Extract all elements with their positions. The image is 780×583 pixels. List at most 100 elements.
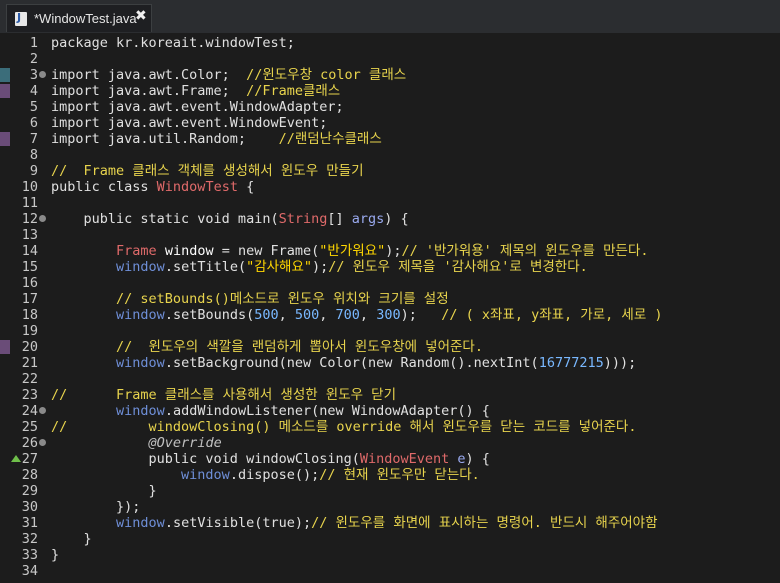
code-token: //윈도우창 color 클래스 bbox=[246, 67, 407, 83]
code-line[interactable]: 31 window.setVisible(true);// 윈도우를 화면에 표… bbox=[0, 515, 780, 531]
gutter-marker bbox=[0, 340, 10, 354]
code-line[interactable]: 9 // Frame 클래스 객체를 생성해서 윈도우 만들기 bbox=[0, 163, 780, 179]
code-line[interactable]: 8 bbox=[0, 147, 780, 163]
fold-toggle-icon[interactable] bbox=[39, 407, 46, 414]
code-line[interactable]: 21 window.setBackground(new Color(new Ra… bbox=[0, 355, 780, 371]
code-line[interactable]: 23 // Frame 클래스를 사용해서 생성한 윈도우 닫기 bbox=[0, 387, 780, 403]
code-line[interactable]: 26 @Override bbox=[0, 435, 780, 451]
code-token: // 윈도우의 색깔을 랜덤하게 뽑아서 윈도우창에 넣어준다. bbox=[116, 339, 483, 355]
code-line[interactable]: 2 bbox=[0, 51, 780, 67]
java-file-icon bbox=[15, 11, 27, 26]
code-line[interactable]: 19 bbox=[0, 323, 780, 339]
code-text: import java.awt.event.WindowEvent; bbox=[51, 115, 327, 131]
code-token: .setVisible(true); bbox=[164, 515, 312, 531]
code-text: import java.awt.event.WindowAdapter; bbox=[51, 99, 344, 115]
line-number: 3 bbox=[29, 67, 38, 83]
code-line[interactable]: 1 package kr.koreait.windowTest; bbox=[0, 35, 780, 51]
code-line[interactable]: 13 bbox=[0, 227, 780, 243]
code-line[interactable]: 18 window.setBounds(500, 500, 700, 300);… bbox=[0, 307, 780, 323]
code-text: } bbox=[51, 483, 157, 499]
code-line[interactable]: 15 window.setTitle("감사해요");// 윈도우 제목을 '감… bbox=[0, 259, 780, 275]
code-token: } bbox=[51, 547, 60, 563]
fold-toggle-icon[interactable] bbox=[39, 215, 46, 222]
line-number: 18 bbox=[21, 307, 38, 323]
code-editor[interactable]: 1 package kr.koreait.windowTest; 2 3 import … bbox=[0, 33, 780, 583]
code-token: ); bbox=[385, 243, 402, 259]
close-icon[interactable]: ✖ bbox=[135, 8, 147, 24]
code-token: .setBounds( bbox=[164, 307, 255, 323]
line-number: 15 bbox=[21, 259, 38, 275]
code-token: window bbox=[116, 259, 165, 275]
line-number: 10 bbox=[21, 179, 38, 195]
code-token: public void windowClosing( bbox=[51, 451, 360, 467]
tab-windowtest-java[interactable]: *WindowTest.java ✖ bbox=[6, 4, 152, 32]
code-line[interactable]: 14 Frame window = new Frame("반가워요");// '… bbox=[0, 243, 780, 259]
code-token: // Frame 클래스 객체를 생성해서 윈도우 만들기 bbox=[51, 163, 364, 179]
code-token: window bbox=[116, 515, 165, 531]
code-token: , bbox=[319, 307, 336, 323]
code-token: args bbox=[351, 211, 385, 227]
code-text: window.addWindowListener(new WindowAdapt… bbox=[51, 403, 490, 419]
code-token: e bbox=[457, 451, 466, 467]
code-text: import java.util.Random; //랜덤난수클래스 bbox=[51, 131, 382, 147]
code-line[interactable]: 17 // setBounds()메소드로 윈도우 위치와 크기를 설정 bbox=[0, 291, 780, 307]
code-token: import java.awt.event.WindowAdapter; bbox=[51, 99, 344, 115]
code-line[interactable]: 11 bbox=[0, 195, 780, 211]
code-line[interactable]: 25 // windowClosing() 메소드를 override 해서 윈도… bbox=[0, 419, 780, 435]
code-token: .setBackground(new Color(new Random().ne… bbox=[164, 355, 539, 371]
line-number: 6 bbox=[29, 115, 38, 131]
code-line[interactable]: 24 window.addWindowListener(new WindowAd… bbox=[0, 403, 780, 419]
line-number: 26 bbox=[21, 435, 38, 451]
code-line[interactable]: 16 bbox=[0, 275, 780, 291]
line-number: 22 bbox=[21, 371, 38, 387]
code-line[interactable]: 34 bbox=[0, 563, 780, 579]
code-token: } bbox=[51, 531, 92, 547]
code-line[interactable]: 22 bbox=[0, 371, 780, 387]
code-token: import java.awt.event.WindowEvent; bbox=[51, 115, 328, 131]
fold-toggle-icon[interactable] bbox=[39, 71, 46, 78]
code-line[interactable]: 20 // 윈도우의 색깔을 랜덤하게 뽑아서 윈도우창에 넣어준다. bbox=[0, 339, 780, 355]
code-line[interactable]: 32 } bbox=[0, 531, 780, 547]
code-line[interactable]: 3 import java.awt.Color; //윈도우창 color 클래스 bbox=[0, 67, 780, 83]
code-text: public class WindowTest { bbox=[51, 179, 254, 195]
code-text: }); bbox=[51, 499, 140, 515]
code-line[interactable]: 29 } bbox=[0, 483, 780, 499]
code-line[interactable]: 33} bbox=[0, 547, 780, 563]
code-token: Frame bbox=[116, 243, 157, 259]
code-text: window.setVisible(true);// 윈도우를 화면에 표시하는… bbox=[51, 515, 657, 531]
code-token: window bbox=[116, 307, 165, 323]
code-token: window bbox=[116, 355, 165, 371]
code-line[interactable]: 5 import java.awt.event.WindowAdapter; bbox=[0, 99, 780, 115]
code-token: // setBounds()메소드로 윈도우 위치와 크기를 설정 bbox=[116, 291, 449, 307]
code-token: ))); bbox=[603, 355, 637, 371]
line-number: 20 bbox=[21, 339, 38, 355]
line-number: 17 bbox=[21, 291, 38, 307]
code-line[interactable]: 28 window.dispose();// 현재 윈도우만 닫는다. bbox=[0, 467, 780, 483]
line-number: 4 bbox=[29, 83, 38, 99]
fold-toggle-icon[interactable] bbox=[39, 439, 46, 446]
line-number: 19 bbox=[21, 323, 38, 339]
line-number: 23 bbox=[21, 387, 38, 403]
code-line[interactable]: 27 public void windowClosing(WindowEvent… bbox=[0, 451, 780, 467]
code-token: String bbox=[278, 211, 328, 227]
gutter-marker bbox=[0, 84, 10, 98]
code-line[interactable]: 6 import java.awt.event.WindowEvent; bbox=[0, 115, 780, 131]
code-token: //랜덤난수클래스 bbox=[278, 131, 382, 147]
code-line[interactable]: 7 import java.util.Random; //랜덤난수클래스 bbox=[0, 131, 780, 147]
line-number: 31 bbox=[21, 515, 38, 531]
code-token: ) { bbox=[465, 451, 490, 467]
code-line[interactable]: 12 public static void main(String[] args… bbox=[0, 211, 780, 227]
code-text: window.setBackground(new Color(new Rando… bbox=[51, 355, 636, 371]
code-token: }); bbox=[51, 499, 141, 515]
code-token: , bbox=[278, 307, 295, 323]
code-text: package kr.koreait.windowTest; bbox=[51, 35, 295, 51]
code-token: import java.util.Random; bbox=[51, 131, 279, 147]
code-line[interactable]: 10 public class WindowTest { bbox=[0, 179, 780, 195]
line-number: 11 bbox=[21, 195, 38, 211]
code-line[interactable]: 4 import java.awt.Frame; //Frame클래스 bbox=[0, 83, 780, 99]
code-line[interactable]: 30 }); bbox=[0, 499, 780, 515]
